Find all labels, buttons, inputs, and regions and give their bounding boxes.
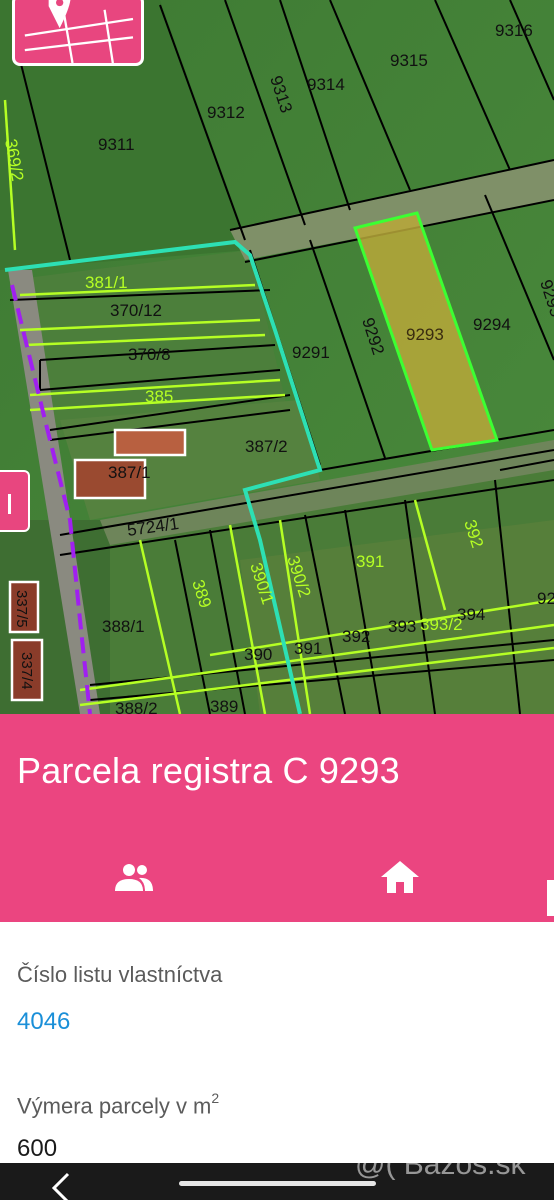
home-pill-icon[interactable] <box>179 1181 376 1186</box>
label-385: 385 <box>145 387 173 406</box>
area-value: 600 <box>17 1135 58 1162</box>
parcel-title: Parcela registra C 9293 <box>17 750 400 791</box>
label-391a: 391 <box>356 552 384 571</box>
label-337-4: 337/4 <box>18 652 35 690</box>
label-9294: 9294 <box>473 315 511 334</box>
area-label-text: Výmera parcely v m <box>17 1093 212 1119</box>
label-387-2: 387/2 <box>245 437 288 456</box>
label-9293: 9293 <box>406 325 444 344</box>
label-370-12: 370/12 <box>110 301 162 320</box>
label-9312: 9312 <box>207 103 245 122</box>
label-370-8: 370/8 <box>128 345 171 364</box>
back-button[interactable] <box>40 1172 80 1200</box>
cadastral-map[interactable]: 9316 9315 9314 9313 9312 9311 9291 9292 … <box>0 0 554 714</box>
drawer-handle-button[interactable] <box>0 470 30 532</box>
panel-edge <box>547 880 554 916</box>
label-381-1: 381/1 <box>85 273 128 292</box>
people-icon <box>115 864 153 891</box>
label-392b: 392 <box>342 627 370 646</box>
watermark: @( Bazos.sk <box>355 1148 526 1181</box>
label-387-1: 387/1 <box>108 463 151 482</box>
label-388-1: 388/1 <box>102 617 145 636</box>
map-layers-pin-icon <box>24 0 134 63</box>
label-9314: 9314 <box>307 75 345 94</box>
ownership-sheet-link[interactable]: 4046 <box>17 1008 70 1036</box>
area-label: Výmera parcely v m2 <box>17 1090 220 1119</box>
label-9315: 9315 <box>390 51 428 70</box>
tab-owners[interactable] <box>84 842 184 912</box>
ownership-sheet-label: Číslo listu vlastníctva <box>17 962 223 987</box>
tab-property[interactable] <box>350 842 450 912</box>
label-9316: 9316 <box>495 21 533 40</box>
home-icon <box>381 861 419 893</box>
label-390: 390 <box>244 645 272 664</box>
map-canvas[interactable]: 9316 9315 9314 9313 9312 9311 9291 9292 … <box>0 0 554 714</box>
back-chevron-icon <box>51 1172 70 1200</box>
area-label-unit-sup: 2 <box>211 1090 220 1106</box>
map-layers-button[interactable] <box>12 0 144 66</box>
label-9291: 9291 <box>292 343 330 362</box>
label-393: 393 <box>388 617 416 636</box>
drawer-handle-icon <box>8 494 11 514</box>
label-337-5: 337/5 <box>13 590 30 628</box>
label-393-2: 393/2 <box>420 615 463 634</box>
label-389b: 389 <box>210 697 238 714</box>
label-9311: 9311 <box>98 135 135 154</box>
label-92: 92 <box>537 589 554 608</box>
label-388-2: 388/2 <box>115 699 158 714</box>
label-391b: 391 <box>294 639 322 658</box>
